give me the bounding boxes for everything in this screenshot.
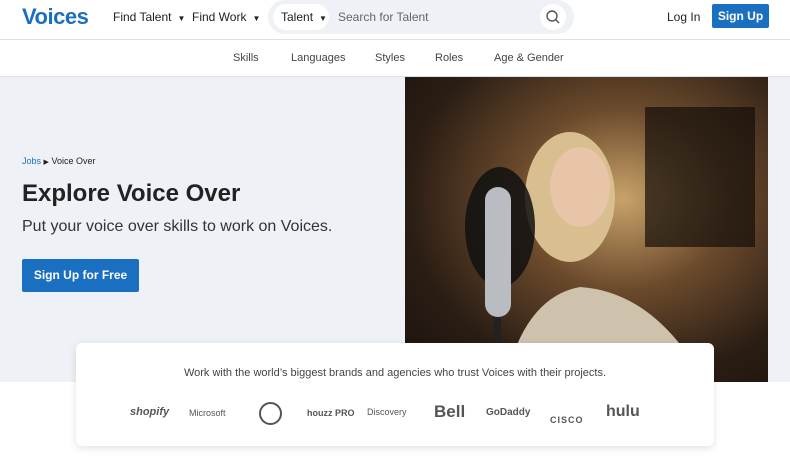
cisco-logo: CISCO (550, 415, 584, 425)
discovery-logo: Discovery (367, 407, 407, 417)
bell-logo: Bell (434, 402, 466, 421)
hulu-logo: hulu (606, 403, 640, 420)
bmw-logo (259, 402, 282, 425)
caret-right-icon: ▶ (43, 159, 49, 166)
subnav-roles[interactable]: Roles (435, 52, 463, 64)
breadcrumb: Jobs ▶ Voice Over (22, 156, 95, 166)
find-work-menu[interactable]: Find Work ▼ (192, 10, 260, 24)
subnav-languages[interactable]: Languages (291, 52, 345, 64)
hero: Jobs ▶ Voice Over Explore Voice Over Put… (0, 77, 790, 382)
godaddy-logo: GoDaddy (486, 407, 531, 418)
hero-photo (405, 77, 768, 382)
breadcrumb-jobs[interactable]: Jobs (22, 156, 41, 166)
search-category-label: Talent (281, 10, 314, 24)
find-work-label: Find Work (192, 10, 247, 24)
shopify-logo: shopify (130, 406, 170, 418)
sub-navigation: Skills Languages Styles Roles Age & Gend… (0, 41, 790, 77)
login-link[interactable]: Log In (667, 10, 700, 24)
subnav-styles[interactable]: Styles (375, 52, 405, 64)
search-category-select[interactable]: Talent ▼ (273, 4, 329, 30)
search-icon (546, 10, 560, 24)
subnav-skills[interactable]: Skills (233, 52, 259, 64)
hero-subtitle: Put your voice over skills to work on Vo… (22, 218, 333, 235)
search-bar: Talent ▼ Search for Talent (268, 0, 574, 34)
header: Voices Find Talent ▼ Find Work ▼ Talent ▼ S… (0, 0, 790, 40)
voice-artist-illustration (465, 107, 755, 382)
search-input[interactable]: Search for Talent (338, 10, 429, 24)
signup-free-button[interactable]: Sign Up for Free (22, 259, 139, 292)
logo[interactable]: Voices (22, 4, 89, 30)
caret-down-icon: ▼ (177, 14, 186, 23)
search-button[interactable] (540, 4, 566, 30)
breadcrumb-current: Voice Over (51, 156, 96, 166)
caret-down-icon: ▼ (319, 14, 327, 23)
brands-card: Work with the world’s biggest brands and… (76, 343, 714, 446)
find-talent-menu[interactable]: Find Talent ▼ (113, 10, 185, 24)
microsoft-logo: Microsoft (189, 408, 226, 418)
page-title: Explore Voice Over (22, 180, 241, 207)
find-talent-label: Find Talent (113, 10, 172, 24)
signup-button[interactable]: Sign Up (712, 4, 769, 28)
subnav-age-gender[interactable]: Age & Gender (494, 52, 564, 64)
houzz-logo: houzz PRO (307, 408, 355, 418)
caret-down-icon: ▼ (252, 14, 261, 23)
brands-text: Work with the world’s biggest brands and… (183, 367, 607, 379)
